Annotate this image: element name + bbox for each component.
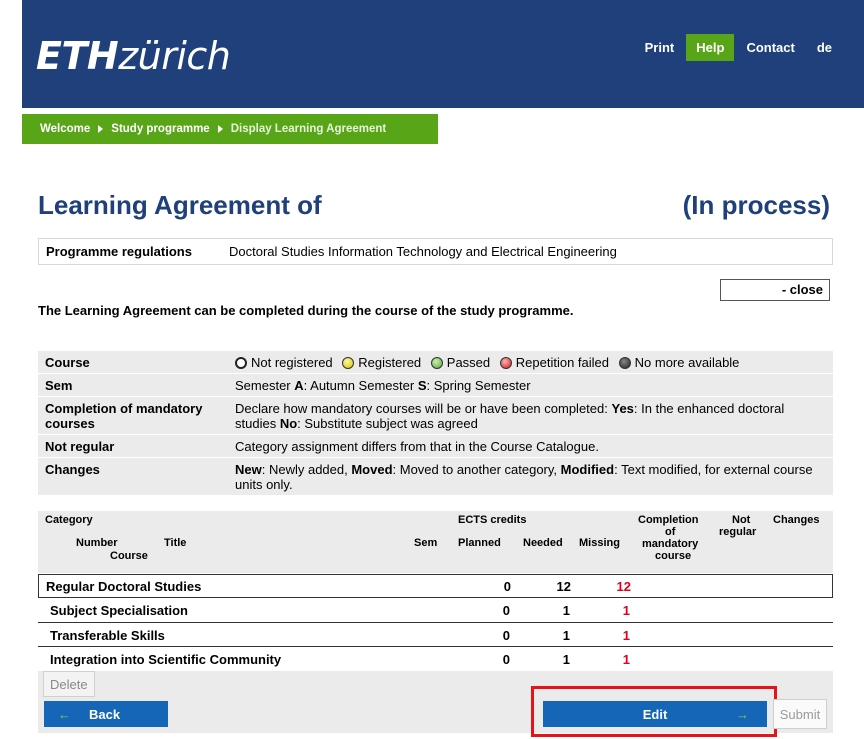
col-missing: Missing bbox=[579, 537, 620, 549]
top-navigation: Print Help Contact de bbox=[635, 34, 842, 61]
legend-notregular-label: Not regular bbox=[45, 439, 115, 454]
chevron-right-icon bbox=[217, 125, 223, 133]
legend-changes-label: Changes bbox=[45, 462, 100, 477]
back-label: Back bbox=[89, 706, 121, 722]
circle-red-icon bbox=[499, 357, 512, 369]
category-name: Regular Doctoral Studies bbox=[46, 578, 202, 594]
col-notregular-1: Not bbox=[732, 514, 751, 526]
nav-language-link[interactable]: de bbox=[807, 34, 842, 61]
planned-value: 0 bbox=[503, 578, 511, 594]
category-name: Subject Specialisation bbox=[50, 602, 188, 618]
breadcrumb-current: Display Learning Agreement bbox=[230, 123, 387, 135]
missing-value: 1 bbox=[622, 627, 630, 643]
table-row[interactable]: Transferable Skills 0 1 1 bbox=[38, 623, 833, 647]
col-needed: Needed bbox=[523, 537, 563, 549]
nav-help-link[interactable]: Help bbox=[686, 34, 735, 61]
missing-value: 1 bbox=[622, 651, 630, 667]
circle-yellow-icon bbox=[342, 357, 355, 369]
breadcrumb-welcome[interactable]: Welcome bbox=[40, 123, 90, 135]
breadcrumb-study-programme[interactable]: Study programme bbox=[111, 123, 209, 135]
needed-value: 1 bbox=[562, 627, 570, 643]
col-completion-1: Completion bbox=[638, 514, 699, 526]
table-header: Category Number Title Course Sem ECTS cr… bbox=[38, 511, 833, 573]
back-button[interactable]: ← Back bbox=[44, 701, 168, 727]
col-ects: ECTS credits bbox=[458, 514, 527, 526]
site-header: ETHzürich Print Help Contact de bbox=[22, 0, 864, 108]
regulations-label: Programme regulations bbox=[46, 244, 192, 259]
col-notregular-2: regular bbox=[719, 526, 757, 538]
col-planned: Planned bbox=[458, 537, 501, 549]
legend-completion-row: Completion of mandatory courses Declare … bbox=[38, 397, 833, 435]
arrow-left-icon: ← bbox=[58, 706, 71, 722]
legend-repetition-failed: Repetition failed bbox=[515, 355, 610, 370]
edit-label: Edit bbox=[642, 706, 668, 722]
nav-print-link[interactable]: Print bbox=[635, 34, 685, 61]
regulations-value: Doctoral Studies Information Technology … bbox=[229, 244, 617, 259]
col-sem: Sem bbox=[414, 537, 438, 549]
nav-contact-link[interactable]: Contact bbox=[736, 34, 804, 61]
col-course: Course bbox=[110, 550, 148, 562]
delete-button[interactable]: Delete bbox=[43, 671, 95, 697]
legend-no-more-available: No more available bbox=[634, 355, 740, 370]
table-row[interactable]: Subject Specialisation 0 1 1 bbox=[38, 598, 833, 622]
chevron-right-icon bbox=[98, 125, 104, 133]
legend-sem-row: Sem Semester A: Autumn Semester S: Sprin… bbox=[38, 374, 833, 397]
col-completion-2: of bbox=[665, 526, 676, 538]
table-row[interactable]: Regular Doctoral Studies 0 12 12 bbox=[38, 574, 833, 598]
legend-course-label: Course bbox=[45, 355, 90, 370]
legend-completion-label: Completion of mandatory courses bbox=[45, 401, 203, 431]
legend-registered: Registered bbox=[358, 355, 422, 370]
needed-value: 1 bbox=[562, 602, 570, 618]
arrow-right-icon: → bbox=[736, 706, 749, 722]
circle-empty-icon bbox=[235, 357, 247, 369]
legend-notregular-text: Category assignment differs from that in… bbox=[235, 439, 599, 454]
missing-value: 12 bbox=[616, 578, 631, 594]
col-completion-3: mandatory bbox=[642, 538, 699, 550]
planned-value: 0 bbox=[502, 602, 510, 618]
intro-text: The Learning Agreement can be completed … bbox=[38, 303, 574, 318]
logo-zurich: zürich bbox=[118, 34, 231, 78]
submit-button[interactable]: Submit bbox=[773, 699, 827, 729]
legend-passed: Passed bbox=[446, 355, 491, 370]
category-name: Integration into Scientific Community bbox=[50, 651, 282, 667]
col-category: Category bbox=[45, 514, 93, 526]
circle-green-icon bbox=[430, 357, 443, 369]
legend-panel: Course Not registered Registered Passed … bbox=[38, 351, 833, 496]
col-changes: Changes bbox=[773, 514, 820, 526]
legend-changes-text: New: Newly added, Moved: Moved to anothe… bbox=[235, 462, 813, 492]
category-name: Transferable Skills bbox=[50, 627, 165, 643]
planned-value: 0 bbox=[502, 627, 510, 643]
legend-not-registered: Not registered bbox=[251, 355, 333, 370]
logo-eth: ETH bbox=[36, 34, 119, 78]
needed-value: 12 bbox=[556, 578, 571, 594]
legend-sem-label: Sem bbox=[45, 378, 73, 393]
needed-value: 1 bbox=[562, 651, 570, 667]
edit-button[interactable]: Edit → bbox=[543, 701, 767, 727]
legend-completion-text: Declare how mandatory courses will be or… bbox=[235, 401, 785, 431]
table-row[interactable]: Integration into Scientific Community 0 … bbox=[38, 647, 833, 671]
legend-course-row: Course Not registered Registered Passed … bbox=[38, 351, 833, 374]
col-title: Title bbox=[164, 537, 187, 549]
circle-dark-icon bbox=[618, 357, 631, 369]
close-button[interactable]: - close bbox=[720, 279, 830, 301]
col-completion-4: course bbox=[655, 550, 692, 562]
page-title: Learning Agreement of bbox=[38, 190, 322, 220]
col-number: Number bbox=[76, 537, 118, 549]
legend-sem-text: Semester A: Autumn Semester S: Spring Se… bbox=[235, 378, 531, 393]
breadcrumb: Welcome Study programme Display Learning… bbox=[22, 114, 438, 144]
eth-logo[interactable]: ETHzürich bbox=[36, 34, 231, 78]
programme-regulations-row: Programme regulations Doctoral Studies I… bbox=[38, 238, 833, 265]
page-status: (In process) bbox=[682, 190, 830, 220]
legend-notregular-row: Not regular Category assignment differs … bbox=[38, 435, 833, 458]
planned-value: 0 bbox=[502, 651, 510, 667]
legend-changes-row: Changes New: Newly added, Moved: Moved t… bbox=[38, 458, 833, 496]
missing-value: 1 bbox=[622, 602, 630, 618]
